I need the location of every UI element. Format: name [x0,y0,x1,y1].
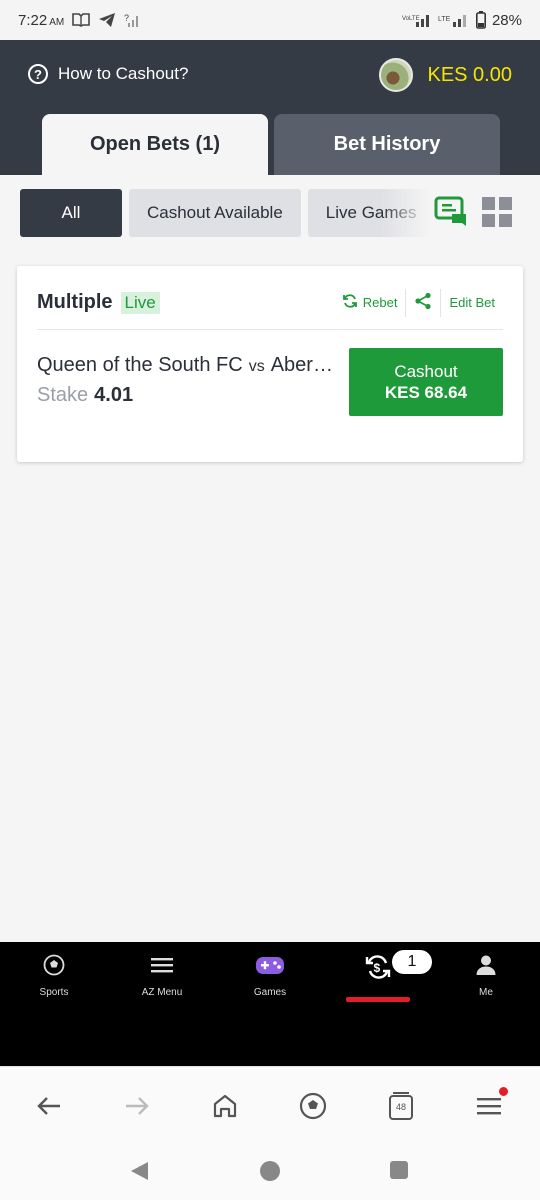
status-bar: 7:22 AM ? VoLTE LTE 28% [0,0,540,40]
book-icon [72,13,91,27]
live-badge: Live [120,291,160,314]
share-button[interactable] [405,288,440,317]
filter-live-games[interactable]: Live Games [307,189,430,237]
balance-amount: KES 0.00 [427,63,512,86]
tabs-icon[interactable]: 48 [386,1091,416,1121]
svg-text:?: ? [124,13,129,23]
tab-count: 48 [395,1102,406,1112]
system-recents-icon[interactable] [389,1160,409,1185]
bet-card-header: Multiple Live Rebet Edit Bet [37,286,503,330]
filter-icons [434,196,512,233]
match-title[interactable]: Queen of the South FC vs Aberdeen [37,354,337,377]
browser-menu-icon[interactable] [474,1087,508,1121]
stake-label: Stake [37,384,89,406]
svg-text:$: $ [374,961,381,975]
filter-all[interactable]: All [20,189,122,237]
nav-games-label: Games [253,987,287,998]
how-to-cashout-link[interactable]: ? How to Cashout? [28,64,188,84]
stake-value: 4.01 [94,384,134,406]
user-icon [475,954,497,979]
active-tab-indicator [346,997,410,1002]
rebet-button[interactable]: Rebet [334,289,406,317]
bet-card: Multiple Live Rebet Edit Bet Queen of th… [17,266,523,462]
nav-games[interactable]: Games [230,954,310,998]
lte-signal-icon: LTE [438,12,470,28]
open-bets-count-badge: 1 [392,950,432,974]
edit-bet-button[interactable]: Edit Bet [440,288,503,317]
home-team: Queen of the South FC [37,354,243,376]
nav-sports-label: Sports [39,987,69,998]
menu-icon [150,954,174,979]
status-time: 7:22 AM [18,11,65,29]
how-to-cashout-label: How to Cashout? [58,64,189,83]
cashout-amount: KES 68.64 [384,383,468,402]
notification-dot [499,1087,508,1096]
cashout-cycle-icon: $ [364,954,392,983]
avatar[interactable] [379,58,414,92]
nav-sports[interactable]: Sports [14,954,94,998]
stake: Stake 4.01 [37,384,133,407]
share-icon [414,292,432,313]
away-team: Aberdeen [270,354,337,376]
system-nav [0,1144,540,1200]
sports-shortcut-icon[interactable] [298,1091,328,1121]
chat-list-icon[interactable] [434,196,468,233]
back-icon[interactable] [34,1091,64,1121]
tab-open-bets[interactable]: Open Bets (1) [42,114,268,175]
nav-me-label: Me [479,987,493,998]
rebet-label: Rebet [362,295,398,310]
svg-text:LTE: LTE [438,16,451,23]
cashout-button[interactable]: Cashout KES 68.64 [349,348,503,416]
no-signal-icon: ? [124,12,140,28]
telegram-icon [98,12,116,28]
system-home-icon[interactable] [259,1160,281,1187]
bet-type: Multiple [37,291,113,313]
browser-toolbar: 48 [0,1066,540,1144]
cashout-header: ? How to Cashout? KES 0.00 Open Bets (1)… [0,40,540,175]
refresh-icon [342,293,358,312]
home-icon[interactable] [210,1091,240,1121]
volte-signal-icon: VoLTE [402,12,432,28]
gamepad-icon [255,954,285,979]
battery-icon [475,11,486,29]
cashout-label: Cashout [394,362,458,381]
bottom-nav: Sports AZ Menu Games $ 1 Me [0,942,540,1066]
tab-bet-history[interactable]: Bet History [274,114,500,175]
account-balance[interactable]: KES 0.00 [379,58,512,92]
bet-tabs: Open Bets (1) Bet History [42,114,500,175]
nav-az-menu[interactable]: AZ Menu [122,954,202,998]
soccer-ball-icon [43,954,65,979]
grid-view-icon[interactable] [482,197,512,232]
filter-cashout-available[interactable]: Cashout Available [129,189,301,237]
svg-text:VoLTE: VoLTE [402,16,420,22]
forward-icon[interactable] [122,1091,152,1121]
nav-az-menu-label: AZ Menu [141,987,183,998]
bet-actions: Rebet Edit Bet [334,288,503,317]
system-back-icon[interactable] [128,1160,150,1187]
help-icon: ? [28,64,48,84]
nav-me[interactable]: Me [446,954,526,998]
vs-label: vs [248,358,265,375]
battery-percent: 28% [491,11,522,29]
